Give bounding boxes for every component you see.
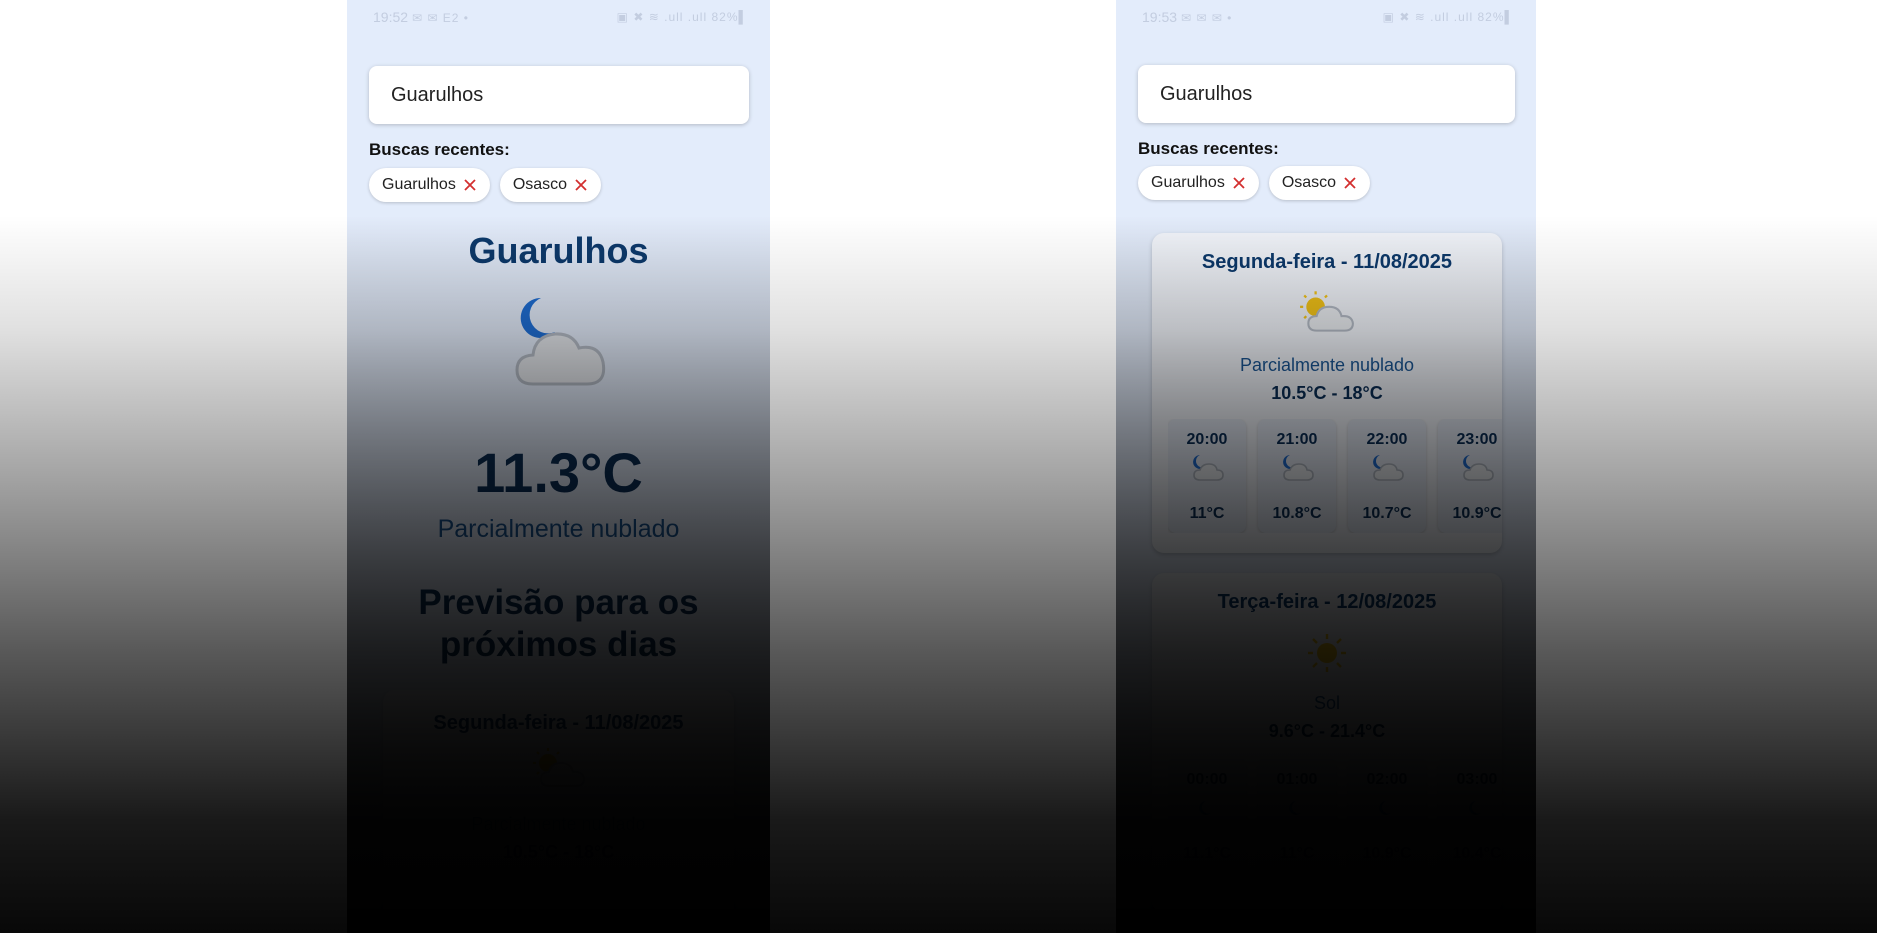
status-bar: 19:52 ✉ ✉ E2 • ▣ ✖ ≋ .ull .ull 82%▌ [347,8,770,26]
recent-chip-osasco[interactable]: Osasco [499,168,602,202]
page-darken-overlay [0,0,1877,933]
city-search-input[interactable]: Guarulhos [369,66,749,124]
hourly-item: 22:00 10.7°C [1348,419,1426,533]
moon-icon [1379,801,1391,815]
moon-cloud-icon [1193,455,1224,481]
card-date: Segunda-feira - 11/08/2025 [433,712,684,734]
moon-cloud-icon [1463,455,1494,481]
hourly-item: 23:00 10.9°C [1438,419,1502,533]
card-date: Segunda-feira - 11/08/2025 [1201,251,1453,273]
hourly-item: 20:00 11°C [1168,419,1246,533]
current-temperature: 11.3°C [474,441,643,504]
chip-label: Osasco [512,176,568,193]
hour-time: 03:00 [1456,771,1498,788]
card-condition: Sol [1313,693,1340,713]
hourly-item: 21:00 10.8°C [1258,419,1336,533]
city-name: Guarulhos [468,230,649,271]
recent-searches-list: Guarulhos Osasco [369,168,602,202]
moon-cloud-icon [1373,455,1404,481]
recent-chip-guarulhos[interactable]: Guarulhos [369,168,490,202]
card-condition: Parcialmente nublado [471,814,646,834]
current-condition: Parcialmente nublado [437,515,680,543]
hourly-forecast-strip[interactable]: 00:00 11.1°C 01:00 11°C 02:00 10.9°C 03:… [1168,759,1502,873]
moon-icon [1469,801,1481,815]
hour-temperature: 10.9°C [1452,505,1502,522]
remove-icon[interactable] [573,177,589,193]
sun-icon [1308,634,1346,672]
chip-label: Osasco [1281,174,1337,191]
hour-temperature: 11°C [1189,505,1225,522]
hour-temperature: 11°C [1279,845,1315,862]
status-time: 19:53 ✉ ✉ ✉ • [1142,9,1233,25]
recent-searches-list: Guarulhos Osasco [1138,166,1371,200]
remove-icon[interactable] [1342,175,1358,191]
hour-temperature: 11.1°C [1182,845,1232,862]
forecast-day-card[interactable]: Segunda-feira - 11/08/2025 Parcialmente … [1152,233,1502,553]
notification-icons: ✉ ✉ ✉ • [1180,11,1233,25]
moon-icon [1199,801,1211,815]
status-time: 19:52 ✉ ✉ E2 • [373,9,469,25]
card-temperature-range: 10.5°C - 18°C [502,842,615,862]
chip-label: Guarulhos [382,176,456,193]
right-phone-screen: 19:53 ✉ ✉ ✉ • ▣ ✖ ≋ .ull .ull 82%▌ Guaru… [1116,0,1536,933]
moon-cloud-icon [515,297,606,386]
recent-chip-osasco[interactable]: Osasco [1268,166,1371,200]
card-date: Terça-feira - 12/08/2025 [1217,591,1437,613]
moon-cloud-icon [1283,455,1314,481]
sun-cloud-icon [533,748,586,787]
hour-time: 22:00 [1366,431,1408,448]
card-temperature-range: 10.5°C - 18°C [1271,383,1383,403]
remove-icon[interactable] [1231,175,1247,191]
forecast-day-card[interactable]: Segunda-feira - 11/08/2025 Parcialmente … [383,690,734,930]
card-condition: Parcialmente nublado [1239,355,1415,375]
hour-time: 01:00 [1276,771,1318,788]
chip-label: Guarulhos [1151,174,1225,191]
hourly-item: 03:00 10.4°C [1438,759,1502,873]
hourly-item: 02:00 10.9°C [1348,759,1426,873]
forecast-day-card[interactable]: Terça-feira - 12/08/2025 Sol 9.6°C - 21.… [1152,573,1502,913]
recent-searches-title: Buscas recentes: [369,140,510,159]
hour-time: 21:00 [1276,431,1318,448]
card-temperature-range: 9.6°C - 21.4°C [1268,721,1386,741]
system-status-icons: ▣ ✖ ≋ .ull .ull 82%▌ [616,10,748,24]
hour-temperature: 10.8°C [1272,505,1322,522]
hour-temperature: 10.9°C [1362,845,1412,862]
recent-searches-title: Buscas recentes: [1138,139,1279,158]
status-bar: 19:53 ✉ ✉ ✉ • ▣ ✖ ≋ .ull .ull 82%▌ [1116,8,1536,26]
hour-time: 00:00 [1186,771,1228,788]
hour-temperature: 10.7°C [1362,505,1412,522]
hourly-item: 01:00 11°C [1258,759,1336,873]
city-search-input[interactable]: Guarulhos [1138,65,1515,123]
moon-icon [1289,801,1301,815]
system-status-icons: ▣ ✖ ≋ .ull .ull 82%▌ [1382,10,1514,24]
hour-time: 23:00 [1456,431,1498,448]
left-phone-screen: 19:52 ✉ ✉ E2 • ▣ ✖ ≋ .ull .ull 82%▌ Guar… [347,0,770,933]
hour-temperature: 10.4°C [1452,845,1502,862]
remove-icon[interactable] [462,177,478,193]
sun-cloud-icon [1300,291,1354,332]
hour-time: 02:00 [1366,771,1408,788]
recent-chip-guarulhos[interactable]: Guarulhos [1138,166,1259,200]
hourly-forecast-strip[interactable]: 20:00 11°C 21:00 10.8°C 22:00 10.7°C 23:… [1168,419,1502,533]
forecast-heading: Previsão para os próximos dias [418,583,699,664]
hourly-item: 00:00 11.1°C [1168,759,1246,873]
notification-icons: ✉ ✉ E2 • [411,11,469,25]
hour-time: 20:00 [1186,431,1228,448]
